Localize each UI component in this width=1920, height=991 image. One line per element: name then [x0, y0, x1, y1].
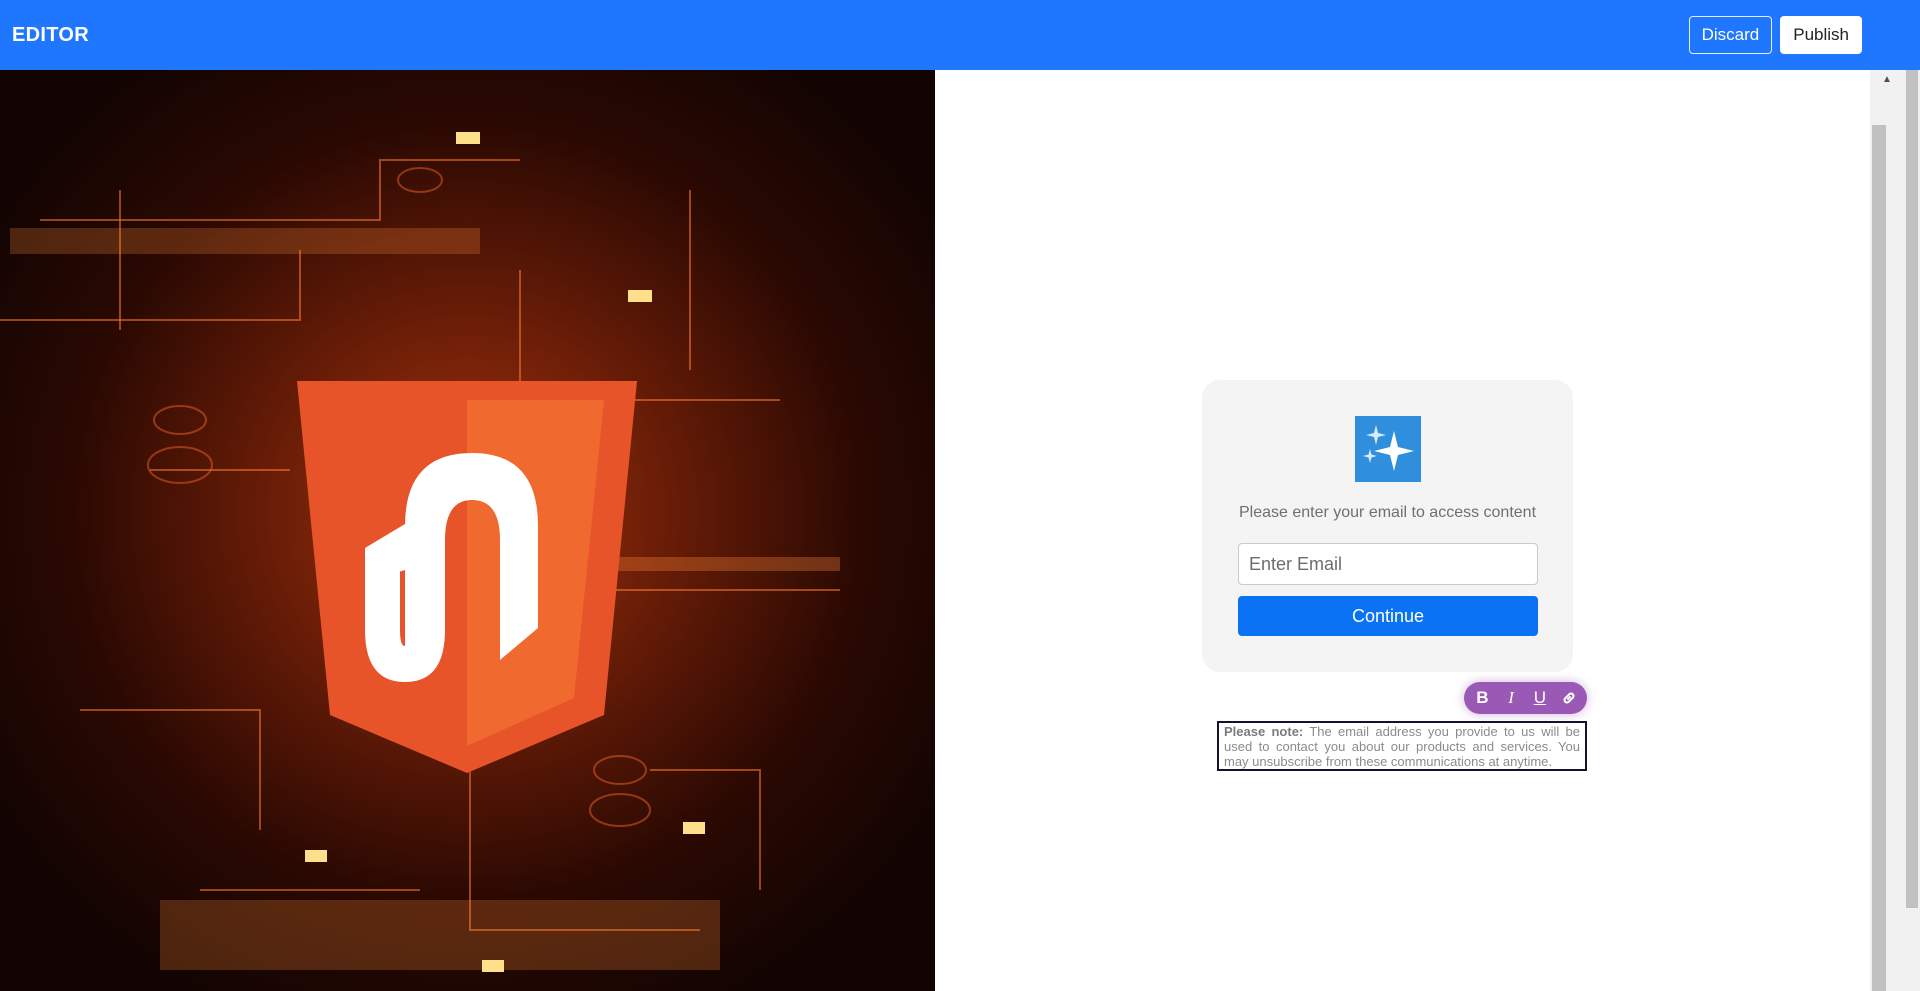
editor-title: EDITOR: [12, 23, 89, 46]
circuit-background-image: [0, 70, 935, 991]
text-format-toolbar: B I U: [1464, 682, 1587, 714]
bold-button[interactable]: B: [1469, 685, 1496, 711]
email-field[interactable]: [1238, 543, 1538, 585]
italic-button[interactable]: I: [1498, 685, 1525, 711]
note-strong: Please note:: [1224, 724, 1304, 739]
page-scroll-thumb[interactable]: [1906, 18, 1918, 908]
sparkles-icon: [1355, 416, 1421, 482]
brand-logo: [297, 381, 637, 773]
header-actions: Discard Publish: [1688, 16, 1862, 54]
continue-button[interactable]: Continue: [1238, 596, 1538, 636]
discard-button[interactable]: Discard: [1688, 16, 1773, 54]
hero-image: [0, 70, 935, 991]
link-icon[interactable]: [1555, 685, 1582, 711]
email-gate-card: Please enter your email to access conten…: [1202, 380, 1573, 672]
access-prompt: Please enter your email to access conten…: [1238, 504, 1537, 521]
scroll-up-arrow-icon[interactable]: ▲: [1870, 70, 1904, 88]
preview-scroll-thumb[interactable]: [1872, 125, 1886, 991]
editor-header: EDITOR Discard Publish: [0, 0, 1920, 70]
publish-button[interactable]: Publish: [1780, 16, 1862, 54]
privacy-note[interactable]: Please note: The email address you provi…: [1217, 721, 1587, 771]
underline-button[interactable]: U: [1526, 685, 1553, 711]
